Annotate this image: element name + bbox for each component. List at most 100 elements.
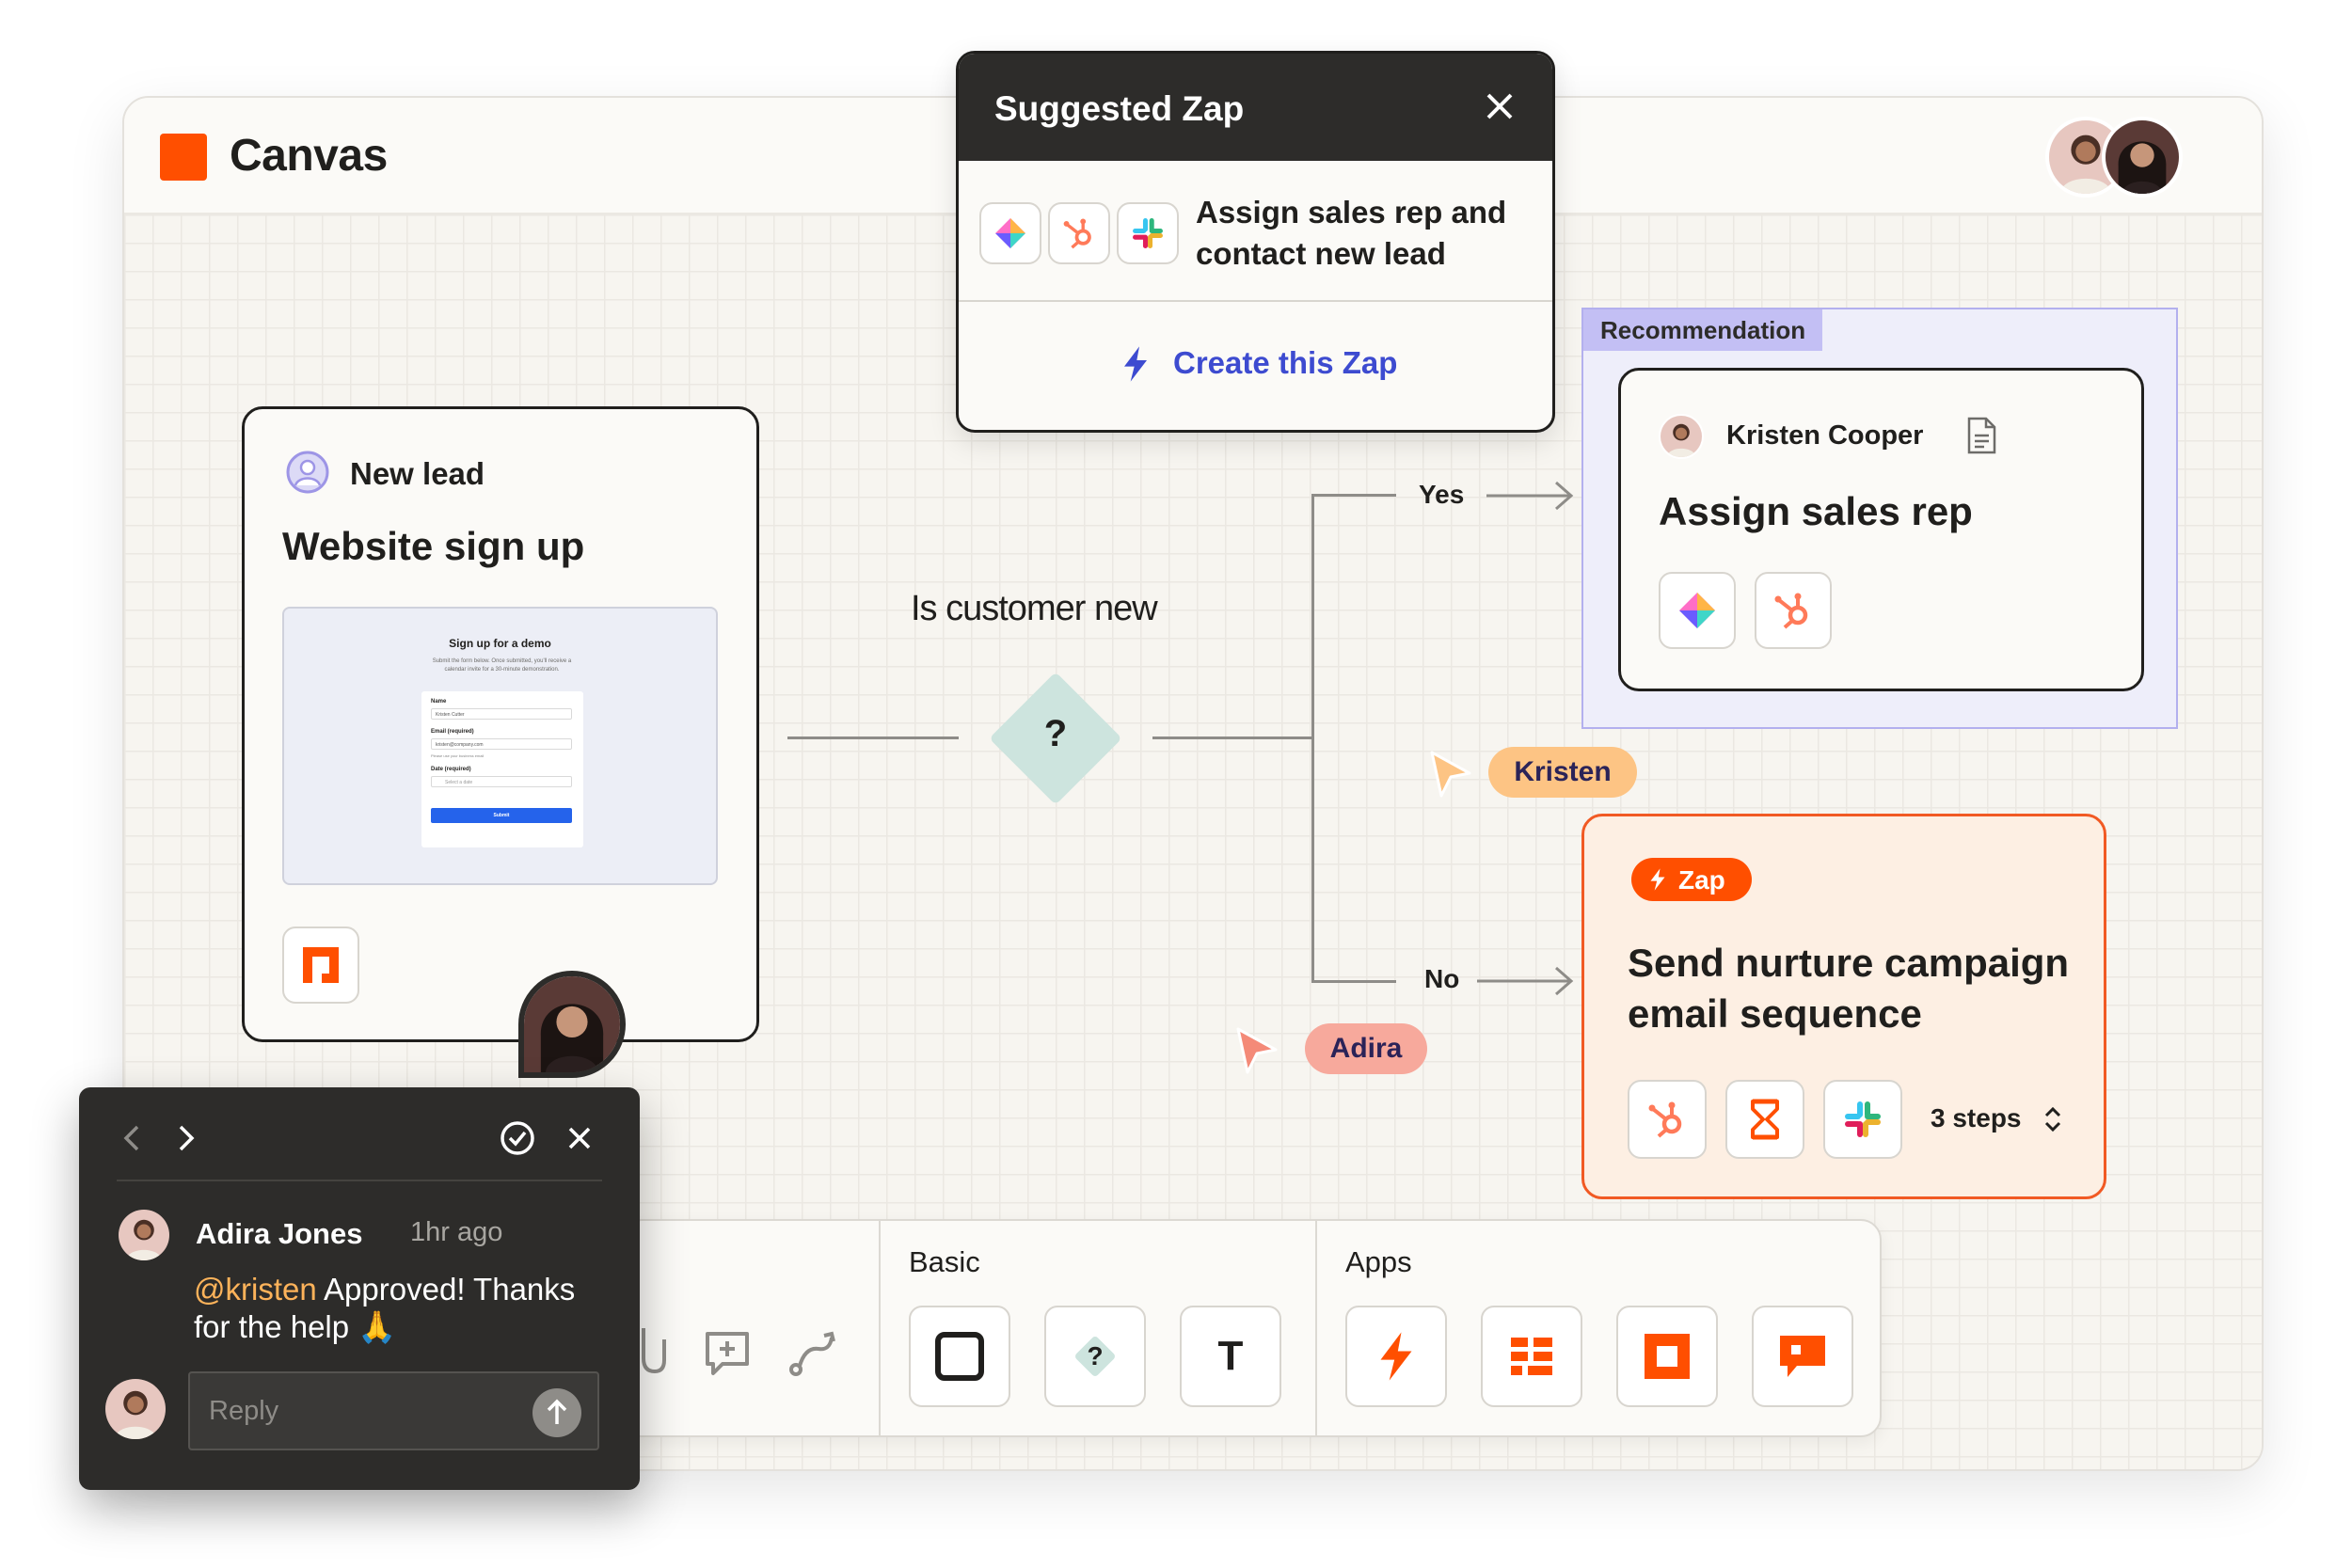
app-tile-interfaces[interactable] bbox=[282, 927, 359, 1004]
recommendation-card[interactable]: Kristen Cooper Assign sales rep bbox=[1618, 368, 2144, 691]
connector-tool-icon[interactable] bbox=[787, 1328, 839, 1381]
hubspot-icon bbox=[1774, 593, 1808, 629]
comment-panel[interactable]: Adira Jones 1hr ago @kristen Approved! T… bbox=[79, 1087, 640, 1490]
user-icon bbox=[286, 451, 329, 494]
kristen-cursor-label: Kristen bbox=[1488, 747, 1637, 798]
comment-mention[interactable]: @kristen bbox=[194, 1272, 317, 1307]
app-tile-diamond[interactable] bbox=[1659, 572, 1736, 649]
close-icon[interactable] bbox=[564, 1123, 595, 1153]
form-email-field: kristen@company.com bbox=[431, 738, 572, 750]
avatar-comment-pin[interactable] bbox=[518, 971, 626, 1078]
trigger-title: Website sign up bbox=[282, 524, 585, 568]
toolbar-divider-1 bbox=[879, 1221, 881, 1435]
decision-diamond[interactable]: ? bbox=[976, 658, 1136, 818]
form-preview-body: Name Kristen Cutter Email (required) kri… bbox=[421, 691, 583, 847]
comment-time: 1hr ago bbox=[410, 1217, 503, 1247]
kristen-cursor-icon bbox=[1428, 749, 1475, 801]
document-icon[interactable] bbox=[1963, 416, 1999, 455]
zap-tool-button[interactable] bbox=[1345, 1306, 1447, 1407]
no-label: No bbox=[1424, 964, 1460, 993]
close-icon[interactable] bbox=[1481, 87, 1518, 125]
adira-cursor-label: Adira bbox=[1305, 1023, 1427, 1074]
recommendation-badge: Recommendation bbox=[1583, 309, 1823, 351]
suggested-zap-description-line2: contact new lead bbox=[1196, 236, 1446, 271]
comment-tool-icon[interactable] bbox=[702, 1328, 753, 1379]
yes-arrow-icon bbox=[1486, 479, 1576, 513]
app-tile-slack bbox=[1117, 202, 1179, 264]
form-email-label: Email (required) bbox=[431, 729, 474, 735]
suggested-zap-title: Suggested Zap bbox=[994, 89, 1245, 128]
chatbot-icon bbox=[1780, 1336, 1825, 1377]
reply-input[interactable]: Reply bbox=[188, 1371, 599, 1450]
tool-palette: Basic ? T Apps bbox=[621, 1219, 1882, 1437]
form-preview[interactable]: Sign up for a demo Submit the form below… bbox=[282, 607, 718, 885]
form-submit-button: Submit bbox=[431, 808, 572, 823]
chatbot-tool-button[interactable] bbox=[1752, 1306, 1853, 1407]
text-tool-button[interactable]: T bbox=[1180, 1306, 1281, 1407]
form-date-field: Select a date bbox=[431, 776, 572, 787]
apps-section-label: Apps bbox=[1345, 1245, 1412, 1278]
check-circle-icon[interactable] bbox=[499, 1119, 536, 1157]
hubspot-icon bbox=[1063, 218, 1091, 249]
app-tile-delay[interactable] bbox=[1725, 1080, 1804, 1159]
app-tile-hubspot[interactable] bbox=[1628, 1080, 1707, 1159]
create-zap-button[interactable]: Create this Zap bbox=[959, 302, 1552, 430]
interfaces-icon bbox=[1645, 1334, 1690, 1379]
recommendation-author: Kristen Cooper bbox=[1726, 420, 1924, 451]
suggested-zap-description-line1: Assign sales rep and bbox=[1196, 195, 1507, 230]
form-name-field: Kristen Cutter bbox=[431, 708, 572, 720]
comment-author: Adira Jones bbox=[196, 1217, 363, 1250]
connector-branch-yes bbox=[1311, 494, 1396, 497]
comment-body-line1: @kristen Approved! Thanks bbox=[194, 1272, 575, 1307]
yes-label: Yes bbox=[1419, 480, 1465, 509]
zap-badge-label: Zap bbox=[1678, 865, 1725, 895]
toolbar-divider-2 bbox=[1315, 1221, 1317, 1435]
zap-card-title-line1: Send nurture campaign bbox=[1628, 941, 2070, 985]
decision-tool-symbol: ? bbox=[1087, 1341, 1104, 1370]
shape-tool-button[interactable] bbox=[909, 1306, 1010, 1407]
steps-toggle-icon[interactable] bbox=[2042, 1102, 2064, 1136]
decision-symbol: ? bbox=[1043, 713, 1068, 754]
reply-placeholder: Reply bbox=[209, 1396, 279, 1426]
canvas-logo-icon bbox=[160, 134, 207, 181]
suggested-zap-popup[interactable]: Suggested Zap Assign sales rep and conta… bbox=[956, 51, 1555, 433]
no-arrow-icon bbox=[1477, 964, 1576, 998]
form-email-hint: Please use your business email bbox=[431, 753, 485, 758]
text-tool-label: T bbox=[1217, 1333, 1244, 1379]
connector-branch-no bbox=[1311, 980, 1396, 983]
connector-trigger-to-decision bbox=[787, 736, 959, 739]
decision-label: Is customer new bbox=[911, 589, 1158, 628]
form-date-label: Date (required) bbox=[431, 767, 471, 772]
send-arrow-icon[interactable] bbox=[532, 1388, 581, 1437]
decision-tool-button[interactable]: ? bbox=[1044, 1306, 1146, 1407]
chevron-right-icon[interactable] bbox=[173, 1121, 199, 1155]
tables-icon bbox=[1511, 1338, 1552, 1375]
suggested-zap-header: Suggested Zap bbox=[959, 54, 1552, 161]
square-icon bbox=[935, 1332, 984, 1381]
interfaces-tool-button[interactable] bbox=[1616, 1306, 1718, 1407]
slack-icon bbox=[1133, 218, 1163, 248]
chevron-left-icon[interactable] bbox=[119, 1121, 145, 1155]
app-tile-hubspot bbox=[1048, 202, 1110, 264]
zap-card[interactable]: Zap Send nurture campaign email sequence… bbox=[1581, 814, 2106, 1199]
comment-divider bbox=[117, 1180, 602, 1181]
hourglass-icon bbox=[1751, 1099, 1779, 1140]
slack-icon bbox=[1845, 1101, 1881, 1137]
app-title: Canvas bbox=[230, 131, 388, 181]
tables-tool-button[interactable] bbox=[1481, 1306, 1582, 1407]
connector-branch-vertical bbox=[1311, 494, 1314, 983]
diamond-logo-icon bbox=[995, 218, 1025, 248]
bolt-icon bbox=[1380, 1332, 1412, 1381]
diamond-logo-icon bbox=[1679, 593, 1715, 628]
create-zap-label: Create this Zap bbox=[1173, 345, 1398, 380]
app-tile-slack[interactable] bbox=[1823, 1080, 1902, 1159]
recommendation-title: Assign sales rep bbox=[1659, 489, 1973, 533]
basic-section-label: Basic bbox=[909, 1245, 980, 1278]
comment-author-avatar bbox=[117, 1208, 171, 1262]
form-preview-subtext: Submit the form below. Once submitted, y… bbox=[432, 658, 572, 673]
connector-decision-to-branch bbox=[1152, 736, 1312, 739]
avatar-collaborator-2[interactable] bbox=[2102, 117, 2183, 198]
app-tile-hubspot[interactable] bbox=[1755, 572, 1832, 649]
trigger-card[interactable]: New lead Website sign up Sign up for a d… bbox=[242, 406, 759, 1042]
comment-text-line1: Approved! Thanks bbox=[316, 1272, 576, 1307]
